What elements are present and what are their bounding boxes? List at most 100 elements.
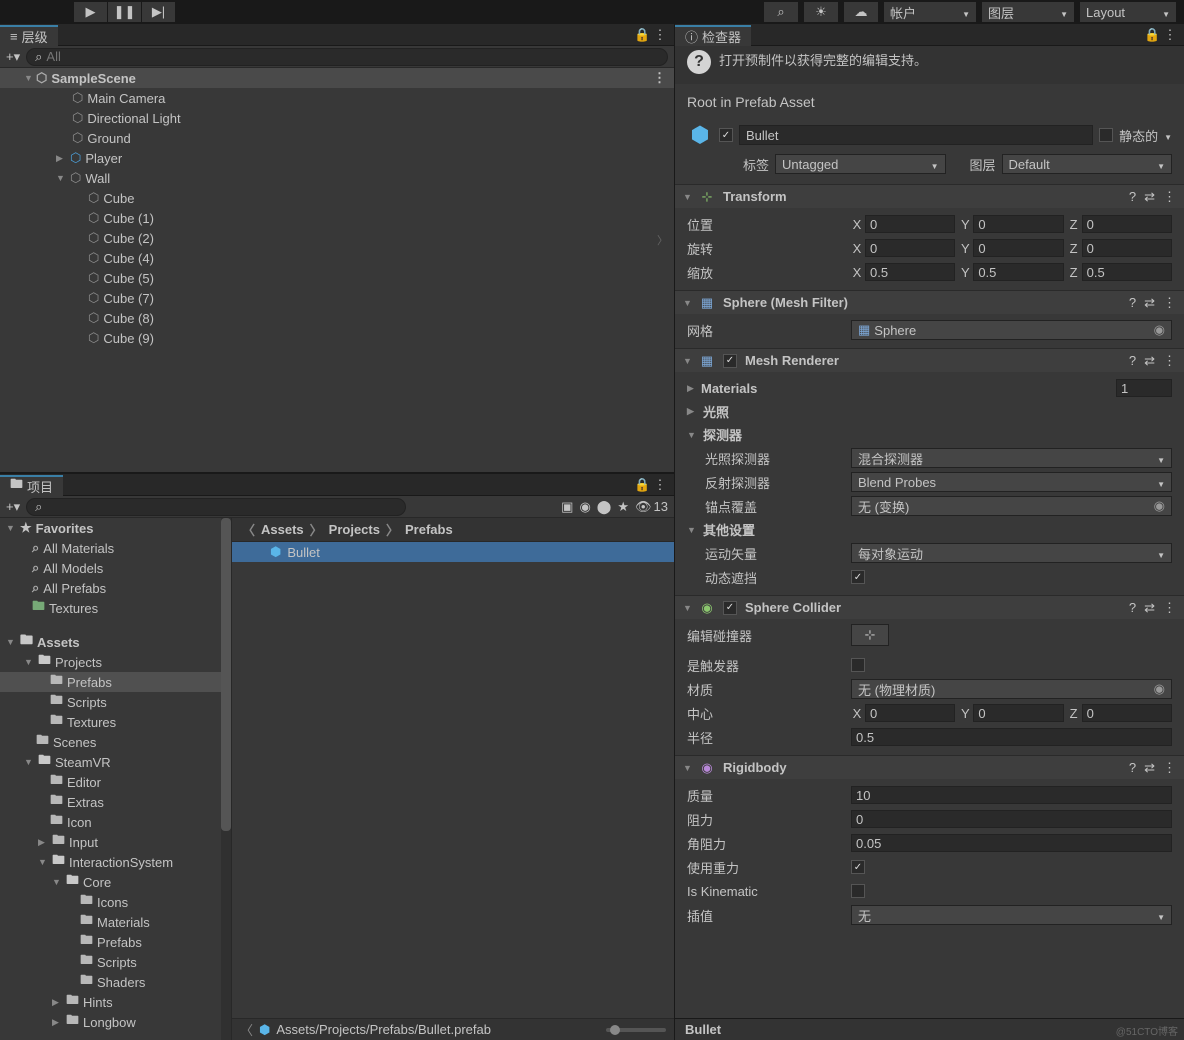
more-icon[interactable]: ⋮ [652,27,668,43]
anchor-field[interactable]: 无 (变换)◉ [851,496,1172,516]
hierarchy-item-player[interactable]: ▶Player [0,148,674,168]
tree-item[interactable]: All Materials [0,538,231,558]
layout-dropdown[interactable]: Layout [1080,2,1176,22]
scene-row[interactable]: ▼SampleScene⋮ [0,68,674,88]
component-meshrenderer[interactable]: ▼Mesh Renderer?⇄⋮ [675,348,1184,372]
hierarchy-item[interactable]: Cube (8) [0,308,674,328]
mass-input[interactable]: 10 [851,786,1172,804]
star-icon[interactable]: ★ [617,499,629,515]
more-icon[interactable]: ⋮ [1163,600,1176,616]
search-icon[interactable]: ⌕ [764,2,798,22]
scrollbar[interactable] [221,518,231,1040]
layer-dropdown[interactable]: Default [1002,154,1173,174]
kinematic-checkbox[interactable] [851,884,865,898]
hierarchy-search[interactable]: ⌕ [26,48,668,66]
hierarchy-item-wall[interactable]: ▼Wall [0,168,674,188]
lock-icon[interactable]: 🔒 [1144,27,1160,43]
refl-probe-dropdown[interactable]: Blend Probes [851,472,1172,492]
physic-material-field[interactable]: 无 (物理材质)◉ [851,679,1172,699]
pos-z-input[interactable]: 0 [1082,215,1172,233]
angular-drag-input[interactable]: 0.05 [851,834,1172,852]
project-search[interactable]: ⌕ [26,498,406,516]
component-meshfilter[interactable]: ▼Sphere (Mesh Filter)?⇄⋮ [675,290,1184,314]
tree-item[interactable]: Shaders [0,972,231,992]
hierarchy-item[interactable]: Cube (1) [0,208,674,228]
more-icon[interactable]: ⋮ [1162,27,1178,43]
object-name-input[interactable]: Bullet [739,125,1093,145]
tag-dropdown[interactable]: Untagged [775,154,946,174]
center-z-input[interactable]: 0 [1082,704,1172,722]
project-tree[interactable]: ▼Favorites All Materials All Models All … [0,518,232,1040]
project-tab[interactable]: 🖿项目 [0,475,63,496]
hierarchy-tab[interactable]: ≡层级 [0,25,58,46]
inspector-panel[interactable]: ?打开预制件以获得完整的编辑支持。 Root in Prefab Asset B… [675,46,1184,1018]
pos-y-input[interactable]: 0 [973,215,1063,233]
scale-z-input[interactable]: 0.5 [1082,263,1172,281]
more-icon[interactable]: ⋮ [1163,189,1176,205]
center-x-input[interactable]: 0 [865,704,955,722]
pos-x-input[interactable]: 0 [865,215,955,233]
play-button[interactable]: ▶ [74,2,108,22]
hierarchy-panel[interactable]: ▼SampleScene⋮ Main Camera Directional Li… [0,68,674,472]
tree-item[interactable]: Extras [0,792,231,812]
tree-item[interactable]: Icons [0,892,231,912]
component-transform[interactable]: ▼Transform?⇄⋮ [675,184,1184,208]
tree-item[interactable]: All Prefabs [0,578,231,598]
tree-item[interactable]: Scripts [0,952,231,972]
help-icon[interactable]: ? [1129,760,1136,776]
filter-icon[interactable]: ◉ [579,499,590,515]
center-y-input[interactable]: 0 [973,704,1063,722]
static-dropdown[interactable] [1164,128,1172,143]
tree-item-selected[interactable]: Prefabs [0,672,231,692]
tree-item[interactable]: Icon [0,812,231,832]
component-collider[interactable]: ▼Sphere Collider?⇄⋮ [675,595,1184,619]
help-icon[interactable]: ? [1129,353,1136,369]
hierarchy-item[interactable]: Cube (5) [0,268,674,288]
more-icon[interactable]: ⋮ [1163,353,1176,369]
pause-button[interactable]: ❚❚ [108,2,142,22]
tree-item[interactable]: ▼InteractionSystem [0,852,231,872]
more-icon[interactable]: ⋮ [653,70,666,86]
tree-item[interactable]: ▶Longbow [0,1012,231,1032]
add-button[interactable]: +▾ [6,49,20,65]
lock-icon[interactable]: 🔒 [634,27,650,43]
account-dropdown[interactable]: 帐户 [884,2,976,22]
scale-y-input[interactable]: 0.5 [973,263,1063,281]
hierarchy-item[interactable]: Ground [0,128,674,148]
layers-dropdown[interactable]: 图层 [982,2,1074,22]
cloud-icon[interactable]: ☁ [844,2,878,22]
static-checkbox[interactable] [1099,128,1113,142]
zoom-slider[interactable] [606,1028,666,1032]
hierarchy-item[interactable]: Main Camera [0,88,674,108]
drag-input[interactable]: 0 [851,810,1172,828]
rot-z-input[interactable]: 0 [1082,239,1172,257]
step-button[interactable]: ▶| [142,2,176,22]
filter-icon[interactable]: ▣ [561,499,573,515]
motion-dropdown[interactable]: 每对象运动 [851,543,1172,563]
object-picker-icon[interactable]: ◉ [1154,322,1165,338]
hierarchy-item[interactable]: Cube (9) [0,328,674,348]
tree-item[interactable]: 🖿Textures [0,598,231,618]
preset-icon[interactable]: ⇄ [1144,353,1155,369]
more-icon[interactable]: ⋮ [652,477,668,493]
hierarchy-item[interactable]: Cube (2) [0,228,674,248]
help-icon[interactable]: ? [1129,189,1136,205]
add-button[interactable]: +▾ [6,499,20,515]
inspector-tab[interactable]: ⓘ检查器 [675,25,751,46]
tree-item[interactable]: ▶Hints [0,992,231,1012]
preset-icon[interactable]: ⇄ [1144,760,1155,776]
tree-item[interactable]: Scenes [0,732,231,752]
enabled-checkbox[interactable] [723,601,737,615]
tree-item[interactable]: ▶Input [0,832,231,852]
hierarchy-item[interactable]: Cube [0,188,674,208]
rot-x-input[interactable]: 0 [865,239,955,257]
light-probe-dropdown[interactable]: 混合探测器 [851,448,1172,468]
interpolate-dropdown[interactable]: 无 [851,905,1172,925]
more-icon[interactable]: ⋮ [1163,760,1176,776]
preset-icon[interactable]: ⇄ [1144,189,1155,205]
chevron-right-icon[interactable]: 〉 [657,232,668,248]
tree-item[interactable]: Editor [0,772,231,792]
occlusion-checkbox[interactable] [851,570,865,584]
help-icon[interactable]: ? [1129,295,1136,311]
lock-icon[interactable]: 🔒 [634,477,650,493]
